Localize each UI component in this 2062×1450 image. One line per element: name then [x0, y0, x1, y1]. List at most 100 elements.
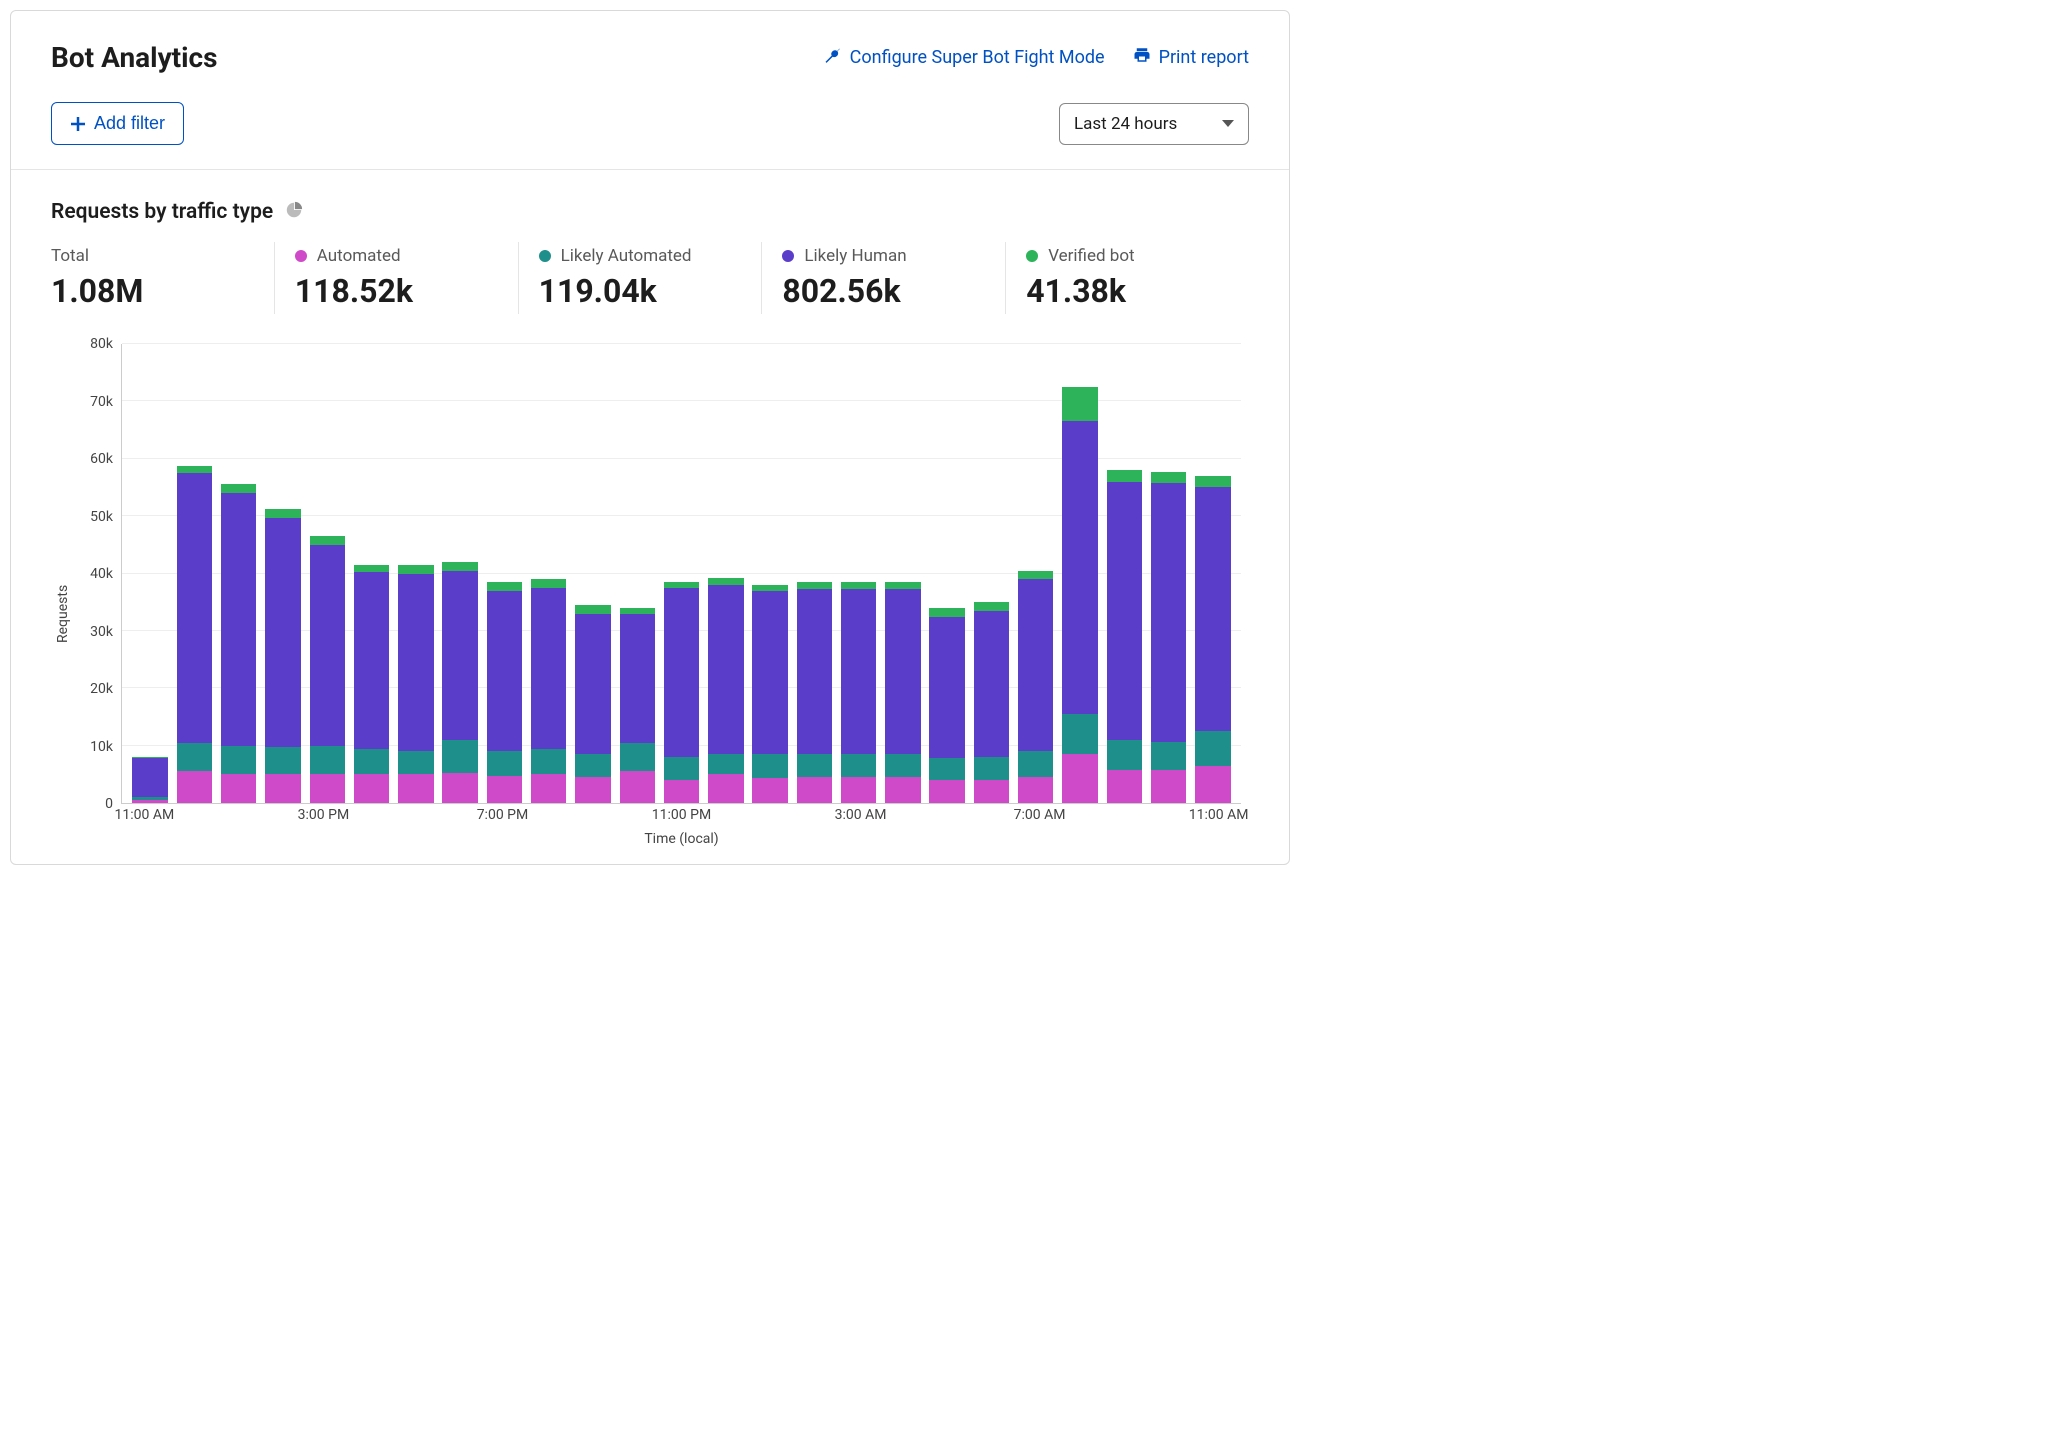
bar-slot [394, 344, 438, 803]
pie-chart-icon [285, 201, 303, 223]
bar-slot [128, 344, 172, 803]
panel-body: Requests by traffic type Total1.08MAutom… [11, 170, 1289, 864]
bar-segment [885, 754, 920, 777]
bar-segment [310, 545, 345, 746]
stat-card[interactable]: Likely Human 802.56k [762, 242, 1006, 314]
bar-segment [575, 754, 610, 777]
stacked-bar[interactable] [1062, 344, 1097, 803]
series-color-dot [295, 250, 307, 262]
stacked-bar[interactable] [1151, 344, 1186, 803]
stacked-bar[interactable] [442, 344, 477, 803]
stat-value: 802.56k [782, 272, 1005, 310]
bars-container [122, 344, 1241, 803]
bar-segment [221, 484, 256, 493]
bar-segment [398, 774, 433, 803]
bar-segment [1195, 476, 1230, 487]
stacked-bar[interactable] [708, 344, 743, 803]
stacked-bar[interactable] [310, 344, 345, 803]
bar-segment [752, 591, 787, 755]
bar-slot [969, 344, 1013, 803]
bar-segment [974, 611, 1009, 757]
stacked-bar[interactable] [398, 344, 433, 803]
bar-segment [841, 777, 876, 803]
bar-segment [1195, 487, 1230, 731]
bar-segment [752, 778, 787, 803]
stat-card[interactable]: Likely Automated119.04k [519, 242, 763, 314]
bar-segment [929, 608, 964, 617]
bar-slot [1102, 344, 1146, 803]
bar-slot [482, 344, 526, 803]
bar-segment [708, 585, 743, 754]
stat-card[interactable]: Verified bot41.38k [1006, 242, 1249, 314]
stacked-bar[interactable] [885, 344, 920, 803]
stacked-bar[interactable] [797, 344, 832, 803]
stat-label: Automated [317, 246, 401, 266]
bar-segment [708, 774, 743, 803]
stacked-bar[interactable] [265, 344, 300, 803]
bar-segment [1018, 751, 1053, 777]
stat-card[interactable]: Total1.08M [51, 242, 275, 314]
y-axis-label: Requests [51, 344, 75, 844]
stat-card[interactable]: Automated118.52k [275, 242, 519, 314]
print-report-link[interactable]: Print report [1133, 46, 1249, 69]
x-tick-label: 7:00 AM [1014, 807, 1066, 823]
bar-segment [221, 774, 256, 803]
bar-slot [615, 344, 659, 803]
stacked-bar[interactable] [487, 344, 522, 803]
configure-link[interactable]: Configure Super Bot Fight Mode [824, 46, 1105, 69]
bar-slot [438, 344, 482, 803]
bar-slot [1014, 344, 1058, 803]
bar-segment [929, 617, 964, 759]
bar-segment [487, 776, 522, 803]
add-filter-button[interactable]: Add filter [51, 102, 184, 145]
bar-segment [531, 774, 566, 803]
bar-slot [1146, 344, 1190, 803]
series-color-dot [539, 250, 551, 262]
bar-segment [1107, 740, 1142, 770]
time-range-select[interactable]: Last 24 hours [1059, 103, 1249, 145]
stacked-bar[interactable] [354, 344, 389, 803]
bar-segment [265, 509, 300, 519]
bar-segment [1062, 387, 1097, 421]
bar-segment [1151, 483, 1186, 741]
bar-segment [974, 602, 1009, 611]
bar-segment [929, 758, 964, 780]
stacked-bar[interactable] [1107, 344, 1142, 803]
bar-segment [974, 757, 1009, 780]
bar-segment [310, 774, 345, 803]
stacked-bar[interactable] [575, 344, 610, 803]
bar-segment [1151, 472, 1186, 483]
stacked-bar[interactable] [664, 344, 699, 803]
stacked-bar[interactable] [929, 344, 964, 803]
stat-label: Likely Human [804, 246, 906, 266]
bar-slot [748, 344, 792, 803]
stacked-bar[interactable] [531, 344, 566, 803]
bar-segment [221, 493, 256, 745]
bar-segment [487, 591, 522, 752]
bar-segment [177, 771, 212, 803]
bar-slot [881, 344, 925, 803]
bar-segment [929, 780, 964, 803]
stacked-bar[interactable] [620, 344, 655, 803]
stacked-bar[interactable] [974, 344, 1009, 803]
stacked-bar[interactable] [221, 344, 256, 803]
bar-segment [1018, 579, 1053, 751]
stacked-bar[interactable] [1018, 344, 1053, 803]
add-filter-label: Add filter [94, 113, 165, 134]
bar-segment [354, 572, 389, 749]
stacked-bar[interactable] [752, 344, 787, 803]
bar-segment [797, 777, 832, 803]
bar-segment [752, 754, 787, 778]
stacked-bar[interactable] [841, 344, 876, 803]
stacked-bar[interactable] [1195, 344, 1230, 803]
stat-value: 41.38k [1026, 272, 1249, 310]
bar-slot [305, 344, 349, 803]
bar-slot [1058, 344, 1102, 803]
bar-segment [265, 518, 300, 746]
stacked-bar[interactable] [177, 344, 212, 803]
stacked-bar[interactable] [132, 344, 167, 803]
bar-segment [177, 743, 212, 772]
x-tick-label: 11:00 PM [652, 807, 711, 823]
plus-icon [70, 116, 86, 132]
bar-segment [1107, 470, 1142, 481]
